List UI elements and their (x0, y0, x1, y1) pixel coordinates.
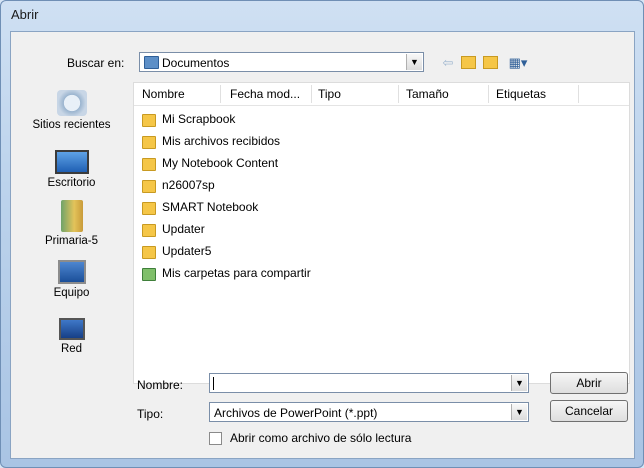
file-name: SMART Notebook (162, 200, 259, 214)
place-label: Escritorio (47, 177, 96, 189)
cancel-button[interactable]: Cancelar (550, 400, 628, 422)
place-label: Equipo (53, 287, 90, 299)
folder-icon (142, 180, 156, 193)
column-header-size[interactable]: Tamaño (406, 87, 449, 101)
places-bar: Sitios recientes Escritorio Primaria-5 E… (19, 82, 124, 382)
views-menu-icon[interactable]: ▦▾ (505, 54, 531, 72)
file-list[interactable]: Nombre Fecha mod... Tipo Tamaño Etiqueta… (133, 82, 630, 384)
file-type-value: Archivos de PowerPoint (*.ppt) (214, 406, 378, 420)
file-name: Mis archivos recibidos (162, 134, 281, 148)
folder-icon (142, 136, 156, 149)
text-cursor (213, 377, 214, 390)
look-in-value: Documentos (162, 56, 230, 70)
place-label: Primaria-5 (44, 235, 99, 247)
file-name: My Notebook Content (162, 156, 279, 170)
column-header-name[interactable]: Nombre (142, 87, 185, 101)
column-header-type[interactable]: Tipo (318, 87, 341, 101)
shared-folder-icon (142, 268, 156, 281)
look-in-label: Buscar en: (67, 56, 125, 70)
file-name-input[interactable]: ▼ (209, 373, 529, 393)
place-desktop[interactable]: Escritorio (19, 150, 124, 189)
file-name: Updater5 (162, 244, 212, 258)
chevron-down-icon[interactable]: ▼ (511, 375, 527, 391)
documents-folder-icon (144, 56, 159, 69)
file-type-select[interactable]: Archivos de PowerPoint (*.ppt) ▼ (209, 402, 529, 422)
back-arrow-icon[interactable]: ⇦ (439, 54, 457, 72)
network-icon (58, 318, 85, 340)
readonly-label: Abrir como archivo de sólo lectura (230, 431, 412, 445)
file-name: Mi Scrapbook (162, 112, 236, 126)
file-name: Updater (162, 222, 205, 236)
place-recent[interactable]: Sitios recientes (19, 90, 124, 131)
column-header-tags[interactable]: Etiquetas (496, 87, 546, 101)
chevron-down-icon[interactable]: ▼ (406, 54, 422, 70)
column-header-date[interactable]: Fecha mod... (230, 87, 300, 101)
up-folder-icon[interactable] (459, 54, 477, 72)
window-title: Abrir (11, 7, 39, 22)
place-label: Red (60, 343, 83, 355)
column-header-row: Nombre Fecha mod... Tipo Tamaño Etiqueta… (134, 83, 629, 106)
dialog-client-area: Buscar en: Documentos ▼ ⇦ ▦▾ Sitios reci… (10, 31, 635, 459)
place-computer[interactable]: Equipo (19, 260, 124, 299)
folder-icon (142, 246, 156, 259)
look-in-combo[interactable]: Documentos ▼ (139, 52, 424, 72)
chevron-down-icon[interactable]: ▼ (511, 404, 527, 420)
name-label: Nombre: (137, 378, 184, 392)
open-button[interactable]: Abrir (550, 372, 628, 394)
readonly-checkbox[interactable] (209, 432, 222, 445)
desktop-icon (54, 150, 89, 174)
dialog-window: Abrir Buscar en: Documentos ▼ ⇦ ▦▾ Sitio… (0, 0, 644, 468)
folder-icon (142, 202, 156, 215)
folder-icon (142, 158, 156, 171)
file-name: Mis carpetas para compartir (162, 266, 311, 280)
place-label: Sitios recientes (32, 119, 111, 131)
folder-icon (142, 114, 156, 127)
folder-icon (142, 224, 156, 237)
computer-icon (57, 260, 86, 284)
file-name: n26007sp (162, 178, 215, 192)
user-folder-icon (60, 200, 83, 232)
new-folder-icon[interactable] (481, 54, 499, 72)
place-user[interactable]: Primaria-5 (19, 200, 124, 247)
type-label: Tipo: (137, 407, 164, 421)
recent-places-icon (56, 90, 87, 116)
place-network[interactable]: Red (19, 318, 124, 355)
